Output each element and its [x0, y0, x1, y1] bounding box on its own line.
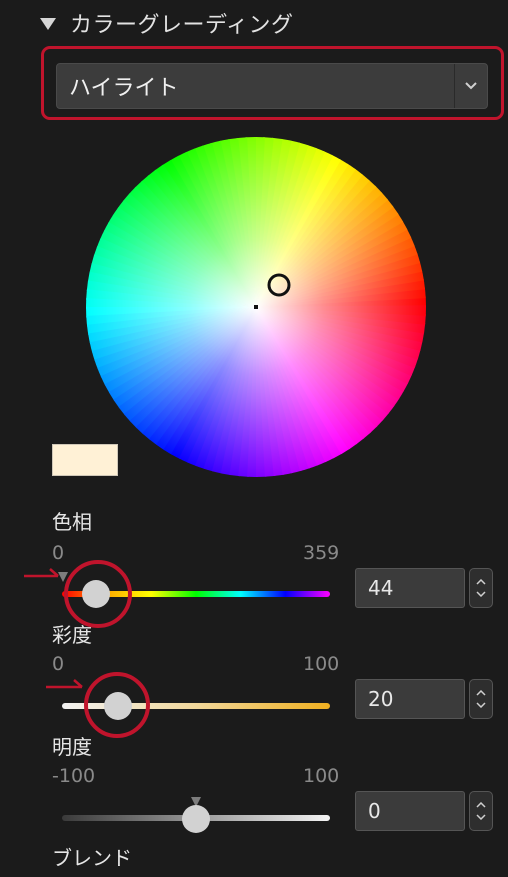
- luminance-max: 100: [303, 765, 340, 787]
- spinner-up-icon: [476, 690, 486, 696]
- wheel-center-dot: [254, 305, 258, 309]
- saturation-value-input[interactable]: 20: [355, 679, 465, 719]
- annotation-arrow-hue: [24, 568, 59, 578]
- saturation-spinner[interactable]: [469, 679, 493, 719]
- section-header[interactable]: カラーグレーディング: [40, 6, 293, 40]
- luminance-spinner[interactable]: [469, 791, 493, 831]
- saturation-max: 100: [303, 653, 340, 675]
- range-dropdown[interactable]: ハイライト: [56, 63, 488, 109]
- annotation-circle-saturation: [84, 672, 150, 738]
- annotation-circle-hue: [64, 560, 132, 628]
- spinner-down-icon: [476, 702, 486, 708]
- spinner-up-icon: [476, 579, 486, 585]
- annotation-arrow-saturation: [46, 679, 83, 689]
- saturation-label: 彩度: [52, 623, 92, 647]
- section-title: カラーグレーディング: [70, 13, 294, 38]
- hue-spinner[interactable]: [469, 568, 493, 608]
- spinner-up-icon: [476, 802, 486, 808]
- spinner-down-icon: [476, 814, 486, 820]
- color-swatch: [52, 444, 118, 476]
- saturation-min: 0: [52, 653, 65, 675]
- color-wheel[interactable]: [86, 137, 426, 477]
- hue-max: 359: [303, 542, 340, 564]
- luminance-label: 明度: [52, 735, 92, 759]
- chevron-down-icon[interactable]: [454, 64, 487, 108]
- hue-label: 色相: [52, 510, 92, 534]
- luminance-slider-thumb[interactable]: [182, 805, 210, 833]
- dropdown-selected-label: ハイライト: [69, 76, 179, 101]
- luminance-min: -100: [52, 765, 96, 787]
- hue-value-input[interactable]: 44: [355, 568, 465, 608]
- luminance-value-input[interactable]: 0: [355, 791, 465, 831]
- blend-label: ブレンド: [52, 846, 132, 870]
- triangle-down-icon[interactable]: [40, 18, 56, 30]
- spinner-down-icon: [476, 591, 486, 597]
- hue-min: 0: [52, 542, 65, 564]
